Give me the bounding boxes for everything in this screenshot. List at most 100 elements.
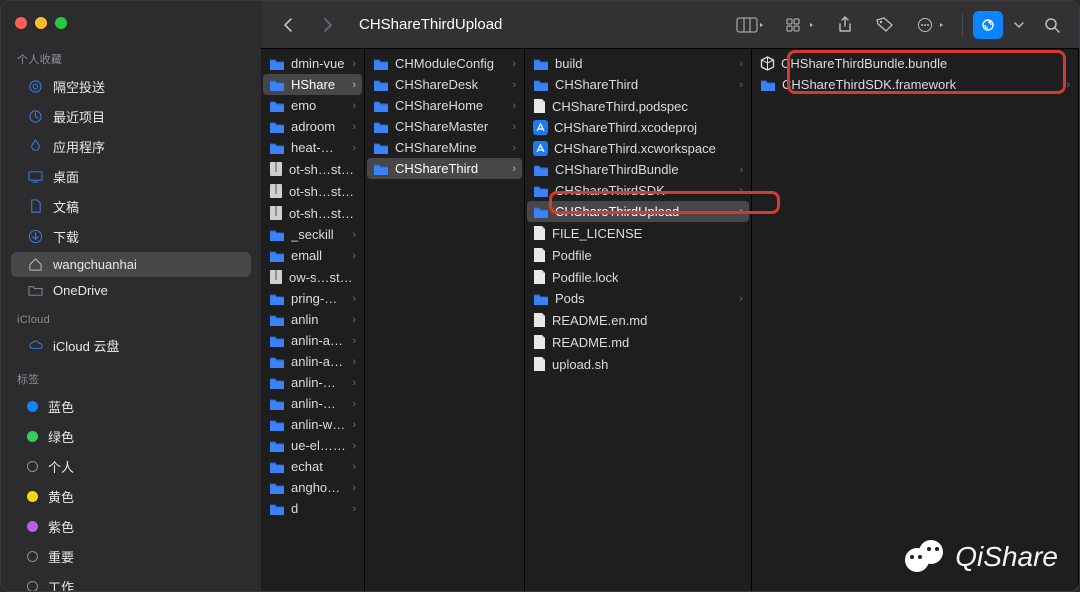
file-row[interactable]: README.md [527, 331, 749, 353]
folder-icon [533, 78, 549, 92]
file-row[interactable]: CHModuleConfig› [367, 53, 522, 74]
file-row[interactable]: anlin-…t-admin› [263, 372, 362, 393]
sidebar-item[interactable]: 蓝色 [11, 392, 251, 421]
file-row[interactable]: adroom› [263, 116, 362, 137]
file-row[interactable]: CHShareThird.xcworkspace [527, 138, 749, 159]
file-row[interactable]: ue-el…-master› [263, 435, 362, 456]
folder-icon [269, 376, 285, 390]
sidebar-item-label: 应用程序 [53, 137, 105, 156]
folder-icon [533, 163, 549, 177]
file-row[interactable]: CHShareMaster› [367, 116, 522, 137]
file-row-label: upload.sh [552, 357, 608, 372]
search-button[interactable] [1035, 11, 1069, 39]
sync-dropdown-button[interactable] [1009, 11, 1029, 39]
sidebar-item[interactable]: 桌面 [11, 162, 251, 191]
minimize-window-button[interactable] [35, 17, 47, 29]
file-row[interactable]: CHShareThird.podspec [527, 95, 749, 117]
file-row[interactable]: Podfile.lock [527, 266, 749, 288]
file-row[interactable]: CHShareThirdSDK.framework› [754, 74, 1076, 95]
sidebar-item[interactable]: 绿色 [11, 422, 251, 451]
file-row[interactable]: ot-sh…ster.zip [263, 180, 362, 202]
file-row[interactable]: d› [263, 498, 362, 519]
file-row[interactable]: heat-…p-web› [263, 137, 362, 158]
file-row[interactable]: README.en.md [527, 309, 749, 331]
sidebar-item[interactable]: 下载 [11, 222, 251, 251]
file-row[interactable]: ow-s…ster.zip [263, 266, 362, 288]
file-row[interactable]: CHShareDesk› [367, 74, 522, 95]
file-row-label: CHShareThirdUpload [555, 204, 679, 219]
sidebar-item-label: 工作 [48, 577, 74, 592]
file-row[interactable]: upload.sh [527, 353, 749, 375]
file-row[interactable]: ot-sh…ster.zip [263, 202, 362, 224]
sidebar-item[interactable]: 黄色 [11, 482, 251, 511]
recent-icon [27, 109, 43, 124]
view-columns-button[interactable] [728, 11, 772, 39]
tag-empty-icon [27, 461, 38, 472]
file-row[interactable]: anlin-wx-vue› [263, 414, 362, 435]
file-row[interactable]: CHShareThirdUpload› [527, 201, 749, 222]
folder-icon [373, 162, 389, 176]
sidebar-item[interactable]: OneDrive [11, 278, 251, 303]
file-row[interactable]: Pods› [527, 288, 749, 309]
file-row[interactable]: ot-sh…ster.zip [263, 158, 362, 180]
chevron-right-icon: › [352, 142, 356, 154]
close-window-button[interactable] [15, 17, 27, 29]
nav-forward-button[interactable] [311, 11, 345, 39]
file-row[interactable]: anlin-admin› [263, 330, 362, 351]
icloud-icon [27, 338, 43, 353]
sync-status-button[interactable] [973, 11, 1003, 39]
file-row[interactable]: build› [527, 53, 749, 74]
sidebar-item[interactable]: wangchuanhai [11, 252, 251, 277]
file-row[interactable]: emo› [263, 95, 362, 116]
sidebar-item[interactable]: 文稿 [11, 192, 251, 221]
file-row[interactable]: CHShareHome› [367, 95, 522, 116]
file-row-label: anlin-…t-admin [291, 375, 346, 390]
chevron-right-icon: › [352, 100, 356, 112]
file-row[interactable]: anlin› [263, 309, 362, 330]
file-row[interactable]: FILE_LICENSE [527, 222, 749, 244]
downloads-icon [27, 229, 43, 244]
file-row[interactable]: dmin-vue› [263, 53, 362, 74]
file-icon [533, 312, 546, 328]
file-row[interactable]: HShare› [263, 74, 362, 95]
file-row-label: echat [291, 459, 323, 474]
file-row[interactable]: Podfile [527, 244, 749, 266]
sidebar-item[interactable]: 紫色 [11, 512, 251, 541]
file-row[interactable]: anghongdong› [263, 477, 362, 498]
share-button[interactable] [828, 11, 862, 39]
file-row[interactable]: pring-…t-cloud› [263, 288, 362, 309]
file-row-label: pring-…t-cloud [291, 291, 346, 306]
group-by-button[interactable] [778, 11, 822, 39]
sidebar-item[interactable]: 个人 [11, 452, 251, 481]
sidebar-item[interactable]: 最近项目 [11, 102, 251, 131]
file-row[interactable]: CHShareThirdSDK› [527, 180, 749, 201]
file-row[interactable]: emall› [263, 245, 362, 266]
chevron-right-icon: › [352, 398, 356, 410]
sidebar: 个人收藏隔空投送最近项目应用程序桌面文稿下载wangchuanhaiOneDri… [1, 1, 261, 591]
file-row[interactable]: CHShareThird› [527, 74, 749, 95]
sidebar-item[interactable]: 重要 [11, 542, 251, 571]
file-icon [533, 98, 546, 114]
file-row[interactable]: anlin-…-server› [263, 393, 362, 414]
file-row-label: CHShareThird.podspec [552, 99, 688, 114]
chevron-right-icon: › [739, 79, 743, 91]
sidebar-item[interactable]: 隔空投送 [11, 72, 251, 101]
sidebar-item[interactable]: 工作 [11, 572, 251, 592]
folder-icon [373, 141, 389, 155]
file-row[interactable]: CHShareThirdBundle.bundle [754, 53, 1076, 74]
file-row[interactable]: CHShareThird› [367, 158, 522, 179]
sidebar-item[interactable]: 应用程序 [11, 132, 251, 161]
file-row[interactable]: CHShareThirdBundle› [527, 159, 749, 180]
sidebar-item-label: OneDrive [53, 283, 108, 298]
tags-button[interactable] [868, 11, 902, 39]
file-row[interactable]: CHShareThird.xcodeproj [527, 117, 749, 138]
sidebar-item[interactable]: iCloud 云盘 [11, 331, 251, 360]
file-row[interactable]: _seckill› [263, 224, 362, 245]
file-row[interactable]: anlin-admin-ui› [263, 351, 362, 372]
fullscreen-window-button[interactable] [55, 17, 67, 29]
actions-menu-button[interactable] [908, 11, 952, 39]
file-row[interactable]: CHShareMine› [367, 137, 522, 158]
chevron-right-icon: › [352, 356, 356, 368]
nav-back-button[interactable] [271, 11, 305, 39]
file-row[interactable]: echat› [263, 456, 362, 477]
